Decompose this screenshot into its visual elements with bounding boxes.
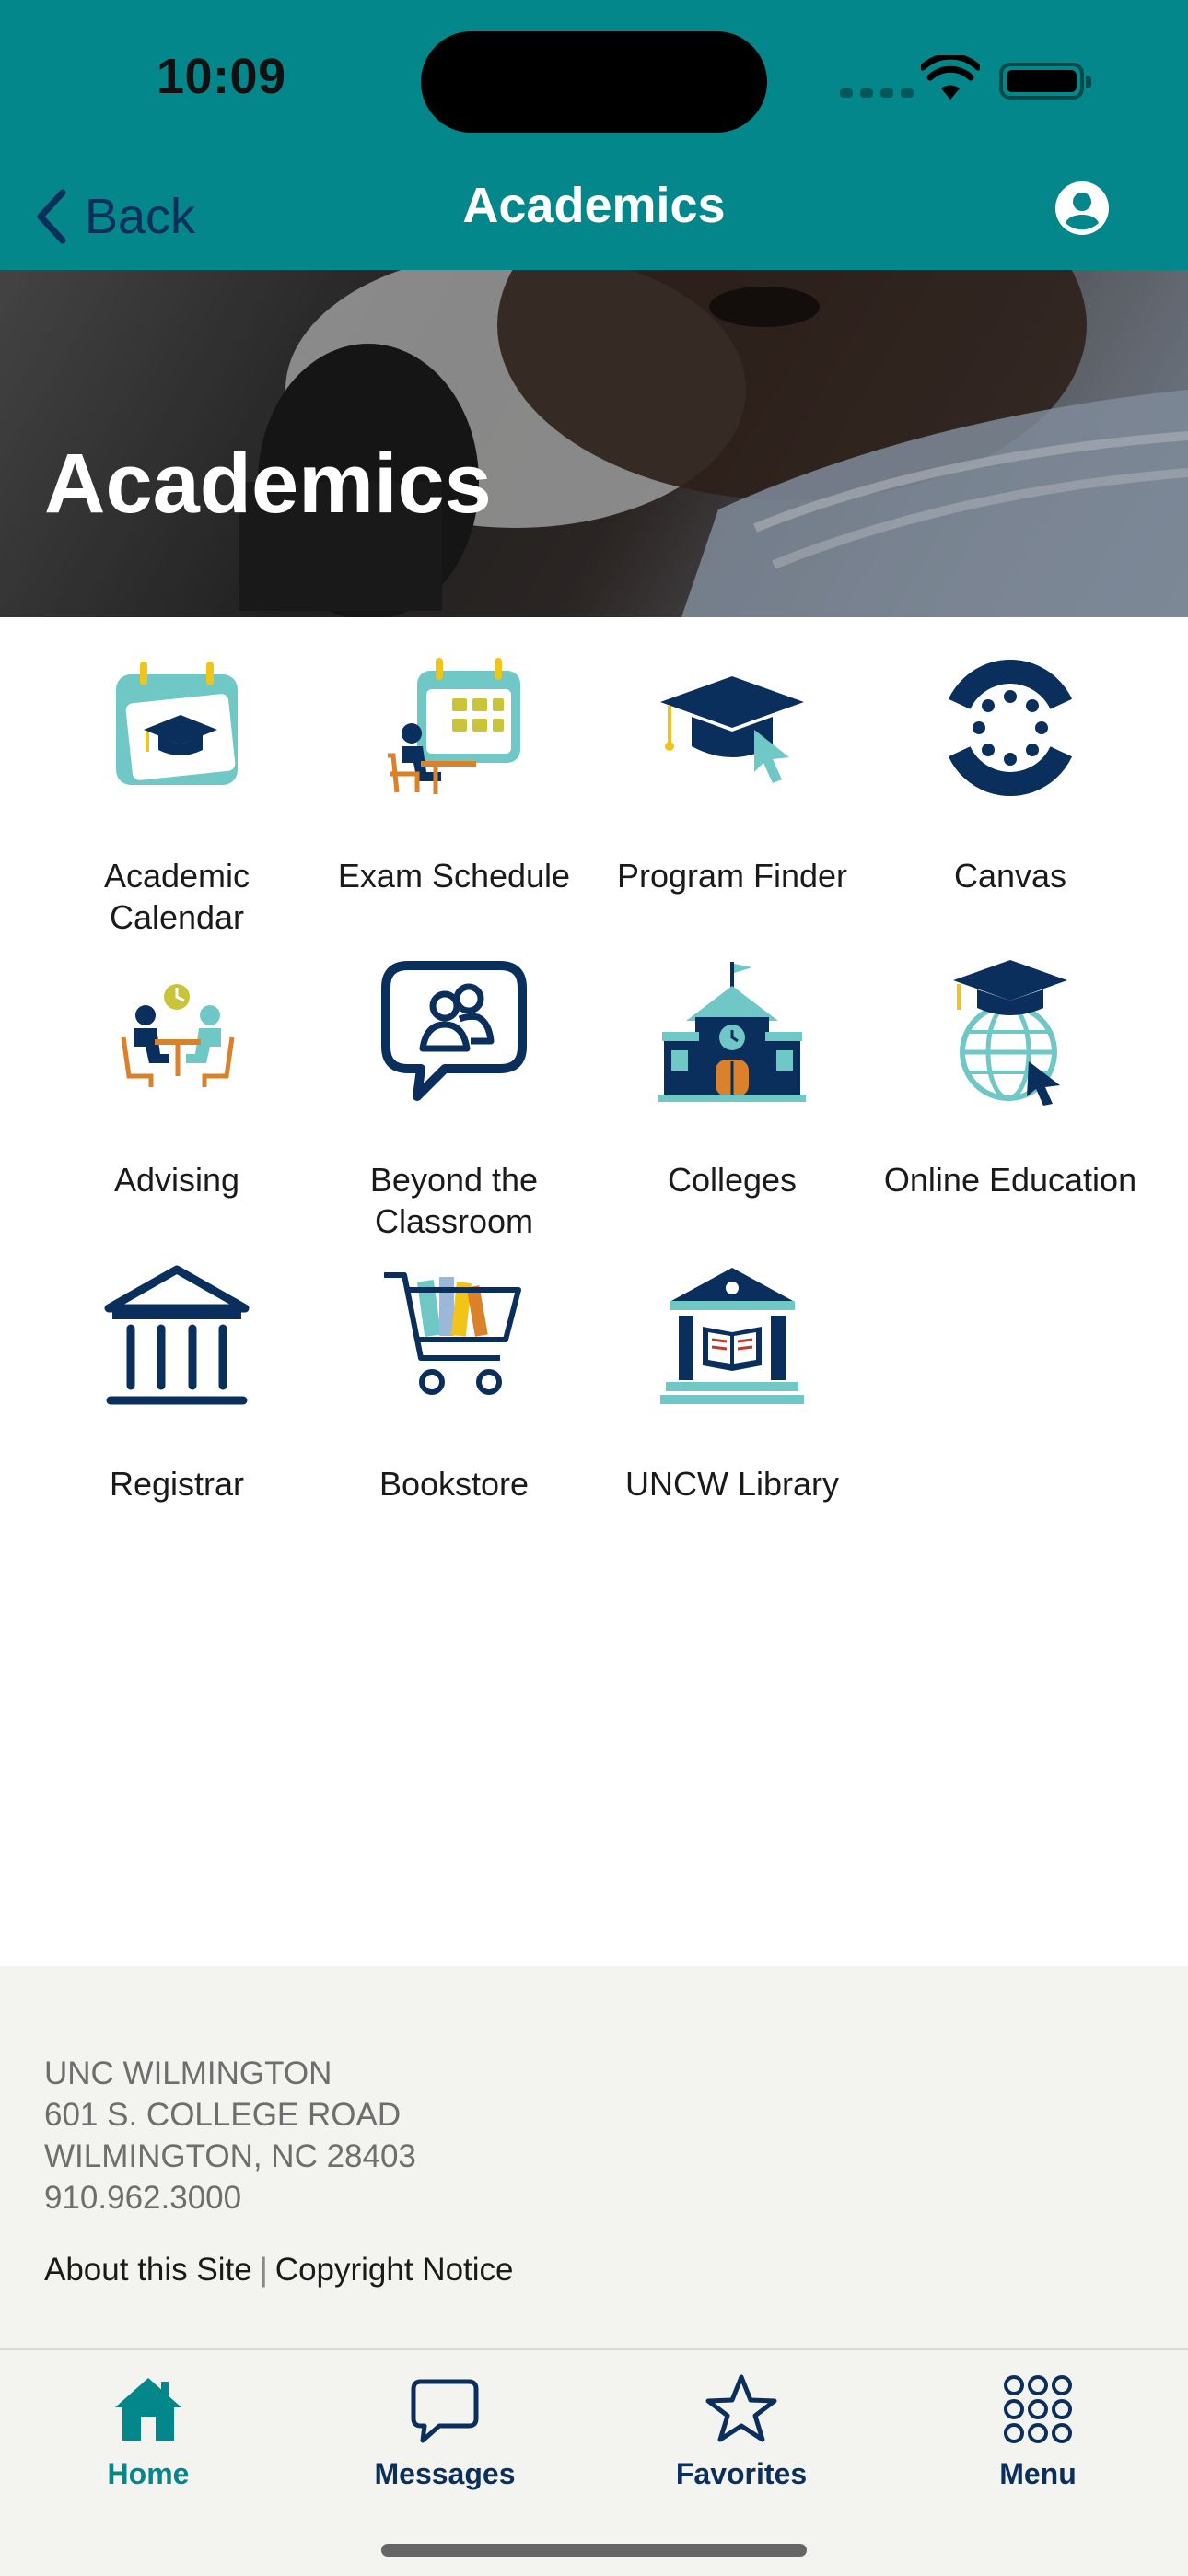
address-line: WILMINGTON, NC 28403 [44,2138,416,2174]
tab-messages[interactable]: Messages [297,2363,593,2501]
graduation-cap-cursor-icon [660,676,804,783]
chat-bubble-people-icon [381,961,527,1101]
footer-address: UNC WILMINGTON 601 S. COLLEGE ROAD WILMI… [44,2053,416,2219]
globe-cap-icon [953,960,1067,1106]
tile-label: Canvas [953,857,1067,895]
tile-label: UNCW Library [624,1465,839,1503]
tile-label: Beyond the Classroom [369,1161,539,1240]
tile-label: Academic Calendar [103,857,250,936]
tile-academic-calendar[interactable]: Academic Calendar [34,654,320,936]
top-bar: 10:09 Back Academics [0,0,1188,270]
library-book-icon [660,1268,804,1404]
battery-icon [999,63,1091,100]
copyright-notice-link[interactable]: Copyright Notice [275,2252,514,2288]
tile-registrar[interactable]: Registrar [34,1262,320,1539]
profile-icon[interactable] [1054,181,1110,236]
advising-meeting-icon [121,984,235,1087]
calendar-graduation-icon [116,662,238,785]
institution-columns-icon [104,1265,250,1405]
tile-label: Exam Schedule [337,857,571,895]
home-indicator[interactable] [381,2544,807,2557]
signal-icon [840,77,915,98]
dynamic-island [421,31,767,133]
star-icon [705,2374,777,2442]
tab-bar: Home Messages Favorites Menu [0,2348,1188,2576]
wifi-icon [921,55,980,100]
tile-label: Advising [113,1161,240,1199]
status-time: 10:09 [157,49,286,104]
message-bubble-icon [411,2379,479,2443]
tile-beyond-the-classroom[interactable]: Beyond the Classroom [311,958,597,1240]
home-icon [115,2378,181,2441]
tile-advising[interactable]: Advising [34,958,320,1235]
footer-links: About this Site | Copyright Notice [44,2252,514,2289]
hero-banner: Academics [0,270,1188,617]
tab-label: Favorites [675,2457,808,2490]
tile-label: Colleges [667,1161,798,1199]
tab-label: Menu [999,2457,1077,2490]
address-line: 601 S. COLLEGE ROAD [44,2097,402,2133]
phone-number[interactable]: 910.962.3000 [44,2177,416,2219]
schoolhouse-icon [658,962,806,1102]
canvas-logo-icon [948,660,1073,796]
tab-label: Home [107,2457,190,2490]
tile-program-finder[interactable]: Program Finder [589,654,875,931]
tile-label: Registrar [109,1465,245,1503]
footer: UNC WILMINGTON 601 S. COLLEGE ROAD WILMI… [0,1966,1188,2348]
address-line: UNC WILMINGTON [44,2055,332,2091]
tile-online-education[interactable]: Online Education [868,958,1153,1235]
tab-menu[interactable]: Menu [890,2363,1186,2501]
hero-title: Academics [44,437,492,531]
tile-exam-schedule[interactable]: Exam Schedule [311,654,597,931]
grid-dots-icon [1004,2375,1072,2443]
tile-label: Program Finder [616,857,848,895]
tile-bookstore[interactable]: Bookstore [311,1262,597,1539]
tile-colleges[interactable]: Colleges [589,958,875,1235]
tab-home[interactable]: Home [0,2363,297,2501]
tile-label: Bookstore [379,1465,530,1503]
tab-label: Messages [374,2457,516,2490]
link-separator: | [259,2252,268,2288]
nav-title: Academics [462,178,726,233]
tile-label: Online Education [883,1161,1137,1199]
shopping-cart-books-icon [384,1272,521,1395]
exam-schedule-icon [388,658,520,794]
tile-uncw-library[interactable]: UNCW Library [589,1262,875,1539]
about-site-link[interactable]: About this Site [44,2252,252,2288]
navigation-bar: Back Academics [0,166,1188,270]
tile-canvas[interactable]: Canvas [868,654,1153,931]
tab-favorites[interactable]: Favorites [593,2363,890,2501]
